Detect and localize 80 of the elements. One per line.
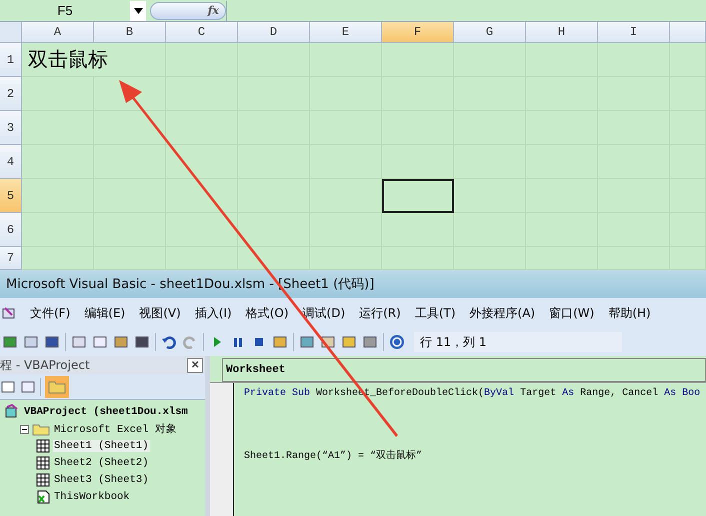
insert-function-button[interactable]: fx bbox=[150, 2, 226, 20]
menu-item[interactable]: 格式(O) bbox=[246, 304, 289, 322]
grid-cell[interactable] bbox=[166, 43, 238, 77]
grid-cell[interactable] bbox=[382, 43, 454, 77]
row-header[interactable]: 4 bbox=[0, 145, 22, 179]
grid-cell[interactable] bbox=[22, 77, 94, 111]
column-header[interactable]: D bbox=[238, 22, 310, 43]
grid-cell[interactable] bbox=[382, 213, 454, 247]
column-header[interactable]: I bbox=[598, 22, 670, 43]
column-header[interactable]: A bbox=[22, 22, 94, 43]
grid-cell[interactable]: 双击鼠标 bbox=[22, 43, 166, 77]
code-line: Sheet1.Range(“A1”) = “双击鼠标” bbox=[244, 448, 424, 463]
object-dropdown[interactable]: Worksheet bbox=[222, 358, 706, 382]
grid-cell[interactable] bbox=[22, 145, 94, 179]
grid-cell[interactable] bbox=[382, 145, 454, 179]
grid-cell[interactable] bbox=[310, 213, 382, 247]
row-header[interactable]: 1 bbox=[0, 43, 22, 77]
grid-cell[interactable] bbox=[454, 43, 526, 77]
app-icon[interactable] bbox=[2, 306, 16, 320]
grid-cell[interactable] bbox=[22, 179, 94, 213]
menu-item[interactable]: 视图(V) bbox=[139, 304, 181, 322]
column-header[interactable]: C bbox=[166, 22, 238, 43]
sheet-icon bbox=[36, 473, 50, 487]
column-header[interactable]: F bbox=[382, 22, 454, 43]
column-header[interactable] bbox=[670, 22, 706, 43]
grid-cell[interactable] bbox=[22, 213, 94, 247]
grid-cell[interactable] bbox=[454, 213, 526, 247]
toggle-folders-icon[interactable] bbox=[45, 376, 69, 398]
select-all-corner[interactable] bbox=[0, 22, 22, 43]
collapse-icon[interactable] bbox=[20, 424, 29, 434]
grid-cell[interactable] bbox=[310, 43, 382, 77]
tree-item[interactable]: Sheet1 (Sheet1) bbox=[53, 440, 150, 452]
cell-text: 双击鼠标 bbox=[27, 46, 108, 73]
row-header[interactable]: 2 bbox=[0, 77, 22, 111]
undo-icon[interactable] bbox=[161, 334, 177, 350]
menu-item[interactable]: 运行(R) bbox=[359, 304, 401, 322]
sheet-icon bbox=[36, 456, 50, 470]
grid-cell[interactable] bbox=[310, 179, 382, 213]
project-icon bbox=[4, 404, 20, 420]
menu-item[interactable]: 编辑(E) bbox=[84, 304, 126, 322]
column-header[interactable]: B bbox=[94, 22, 166, 43]
tree-item[interactable]: ThisWorkbook bbox=[53, 491, 131, 503]
column-header[interactable]: E bbox=[310, 22, 382, 43]
grid-cell[interactable] bbox=[22, 111, 94, 145]
menu-item[interactable]: 调试(D) bbox=[302, 304, 346, 322]
window-title: Microsoft Visual Basic - sheet1Dou.xlsm - [Sheet1 (代码)] bbox=[0, 270, 706, 298]
close-button[interactable]: ✕ bbox=[187, 358, 203, 372]
row-header[interactable]: 5 bbox=[0, 179, 22, 213]
grid-cell[interactable] bbox=[598, 43, 670, 77]
grid-cell[interactable] bbox=[526, 43, 598, 77]
grid-cell[interactable] bbox=[310, 145, 382, 179]
grid-cell[interactable] bbox=[454, 145, 526, 179]
tree-item[interactable]: Microsoft Excel 对象 bbox=[53, 422, 178, 436]
selected-cell[interactable] bbox=[382, 179, 454, 213]
dropdown-icon[interactable] bbox=[134, 8, 142, 14]
menu-item[interactable]: 帮助(H) bbox=[608, 304, 651, 322]
sheet-icon bbox=[36, 439, 50, 453]
tree-item[interactable]: VBAProject (sheet1Dou.xlsm bbox=[23, 406, 189, 418]
redo-icon[interactable] bbox=[182, 334, 198, 350]
row-header[interactable]: 6 bbox=[0, 213, 22, 247]
cursor-position: 行 11，列 1 bbox=[414, 332, 622, 352]
help-icon[interactable] bbox=[389, 334, 405, 350]
row-header[interactable]: 7 bbox=[0, 247, 22, 270]
folder-icon bbox=[32, 422, 50, 436]
menu-item[interactable]: 外接程序(A) bbox=[470, 304, 536, 322]
menu-item[interactable]: 文件(F) bbox=[30, 304, 70, 322]
menu-item[interactable]: 工具(T) bbox=[414, 304, 456, 322]
workbook-icon bbox=[36, 490, 50, 504]
grid-cell[interactable] bbox=[94, 145, 166, 179]
column-header[interactable]: G bbox=[454, 22, 526, 43]
grid-cell[interactable] bbox=[454, 179, 526, 213]
tree-item[interactable]: Sheet2 (Sheet2) bbox=[53, 457, 150, 469]
row-header[interactable]: 3 bbox=[0, 111, 22, 145]
menu-item[interactable]: 插入(I) bbox=[194, 304, 232, 322]
grid-cell[interactable] bbox=[670, 43, 706, 77]
pane-title: 程 - VBAProject bbox=[0, 356, 90, 374]
menu-item[interactable]: 窗口(W) bbox=[549, 304, 594, 322]
grid-cell[interactable] bbox=[238, 43, 310, 77]
tree-item[interactable]: Sheet3 (Sheet3) bbox=[53, 474, 150, 486]
column-header[interactable]: H bbox=[526, 22, 598, 43]
